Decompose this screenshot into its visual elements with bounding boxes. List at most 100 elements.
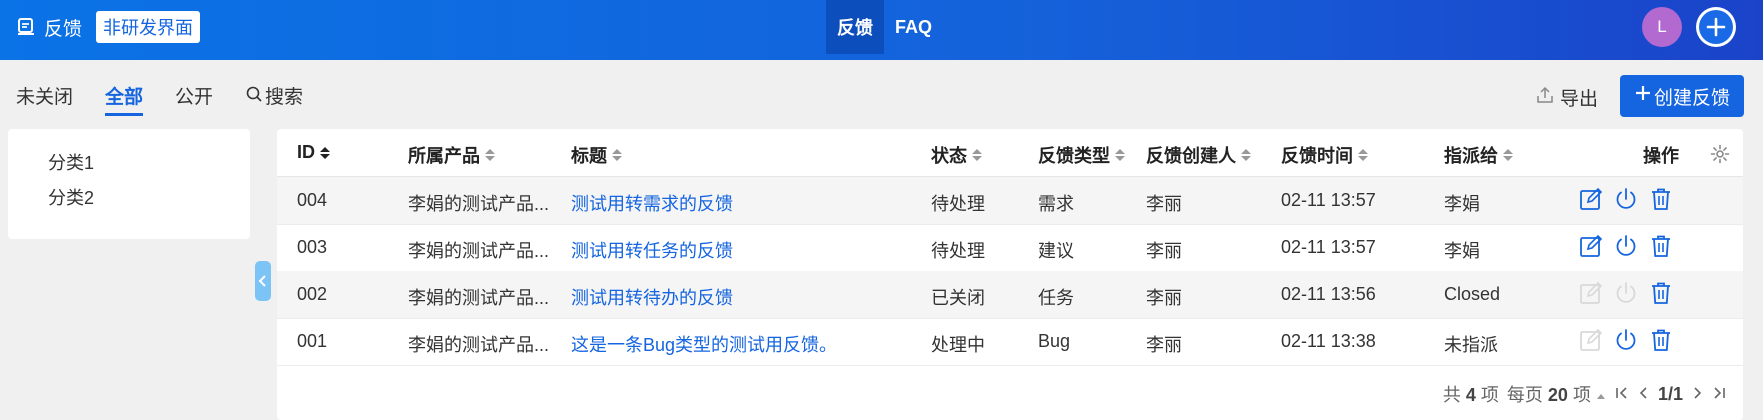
cell-assignee: 李娟: [1444, 194, 1480, 214]
next-page-icon[interactable]: [1691, 384, 1703, 405]
plus-icon: [1699, 10, 1733, 44]
column-header-id[interactable]: ID: [297, 142, 331, 163]
filter-tabs: 未关闭 全部 公开 搜索: [16, 82, 335, 116]
tab-unclosed[interactable]: 未关闭: [16, 82, 73, 114]
mode-badge[interactable]: 非研发界面: [96, 11, 201, 43]
export-label: 导出: [1560, 89, 1599, 110]
chevron-left-icon: [258, 275, 266, 287]
power-icon[interactable]: [1614, 328, 1638, 352]
sort-icon: [1502, 148, 1514, 162]
sort-icon: [484, 148, 496, 162]
table-header: ID 所属产品 标题 状态 反馈类型 反馈创建人 反馈时间 指派给 操作: [277, 129, 1743, 177]
edit-icon[interactable]: [1579, 328, 1603, 352]
cell-title[interactable]: 这是一条Bug类型的测试用反馈。: [571, 331, 837, 357]
cell-type: Bug: [1038, 331, 1071, 351]
app-title: 反馈: [44, 18, 83, 40]
sort-icon: [1357, 148, 1369, 162]
feedback-table: ID 所属产品 标题 状态 反馈类型 反馈创建人 反馈时间 指派给 操作 004…: [277, 129, 1743, 420]
tab-all[interactable]: 全部: [105, 82, 144, 116]
cell-time: 02-11 13:38: [1281, 331, 1376, 351]
cell-product: 李娟的测试产品...: [408, 335, 550, 355]
prev-page-icon[interactable]: [1638, 384, 1650, 405]
column-header-product[interactable]: 所属产品: [408, 142, 496, 168]
cell-status: 已关闭: [931, 288, 985, 308]
brand[interactable]: 反馈 非研发界面: [16, 0, 201, 54]
pagination: 共 4 项 每页 20 项 1/1: [1443, 381, 1727, 407]
column-header-creator[interactable]: 反馈创建人: [1146, 142, 1252, 168]
cell-assignee: 未指派: [1444, 335, 1498, 355]
cell-type: 任务: [1038, 288, 1074, 308]
cell-creator: 李丽: [1146, 288, 1182, 308]
create-feedback-label: 创建反馈: [1653, 87, 1730, 109]
cell-time: 02-11 13:57: [1281, 237, 1376, 257]
cell-title[interactable]: 测试用转需求的反馈: [571, 190, 733, 216]
cell-status: 待处理: [931, 194, 985, 214]
search-icon: [245, 85, 263, 103]
cell-id: 004: [297, 190, 328, 210]
cell-status: 处理中: [931, 335, 985, 355]
column-header-time[interactable]: 反馈时间: [1281, 142, 1369, 168]
power-icon[interactable]: [1614, 187, 1638, 211]
column-header-status[interactable]: 状态: [931, 142, 983, 168]
nav-feedback[interactable]: 反馈: [826, 0, 884, 54]
cell-status: 待处理: [931, 241, 985, 261]
column-header-type[interactable]: 反馈类型: [1038, 142, 1126, 168]
cell-id: 002: [297, 284, 328, 304]
trash-icon[interactable]: [1649, 281, 1673, 305]
table-row[interactable]: 004 李娟的测试产品... 测试用转需求的反馈 待处理 需求 李丽 02-11 13:57…: [277, 177, 1743, 225]
sort-icon: [1240, 148, 1252, 162]
row-actions: [1579, 234, 1673, 258]
sort-icon: [611, 148, 623, 162]
power-icon[interactable]: [1614, 234, 1638, 258]
category-sidebar: 分类1 分类2: [8, 129, 250, 239]
cell-creator: 李丽: [1146, 194, 1182, 214]
table-row[interactable]: 001 李娟的测试产品... 这是一条Bug类型的测试用反馈。 处理中 Bug 李丽 02-…: [277, 318, 1743, 366]
cell-product: 李娟的测试产品...: [408, 194, 550, 214]
page-size-select[interactable]: 每页 20 项: [1507, 381, 1606, 407]
edit-icon[interactable]: [1579, 281, 1603, 305]
tab-search-label: 搜索: [265, 87, 304, 108]
cell-assignee: Closed: [1444, 284, 1501, 304]
cell-creator: 李丽: [1146, 335, 1182, 355]
collapse-sidebar-button[interactable]: [255, 261, 271, 301]
tab-search[interactable]: 搜索: [245, 82, 303, 114]
sort-icon: [1114, 148, 1126, 162]
table-row[interactable]: 003 李娟的测试产品... 测试用转任务的反馈 待处理 建议 李丽 02-11 13:57…: [277, 224, 1743, 272]
cell-product: 李娟的测试产品...: [408, 241, 550, 261]
cell-type: 建议: [1038, 241, 1074, 261]
nav-faq[interactable]: FAQ: [884, 0, 943, 54]
cell-title[interactable]: 测试用转任务的反馈: [571, 237, 733, 263]
add-button[interactable]: [1696, 7, 1736, 47]
avatar[interactable]: L: [1642, 7, 1682, 47]
plus-icon: [1634, 84, 1652, 108]
total-count: 共 4 项: [1442, 385, 1499, 405]
edit-icon[interactable]: [1579, 187, 1603, 211]
trash-icon[interactable]: [1649, 234, 1673, 258]
first-page-icon[interactable]: [1614, 384, 1630, 405]
page-indicator: 1/1: [1657, 383, 1683, 404]
table-row[interactable]: 002 李娟的测试产品... 测试用转待办的反馈 已关闭 任务 李丽 02-11 13:56…: [277, 271, 1743, 319]
export-button[interactable]: 导出: [1536, 84, 1598, 111]
cell-id: 001: [297, 331, 328, 351]
caret-up-icon: [1596, 394, 1605, 399]
cell-creator: 李丽: [1146, 241, 1182, 261]
cell-id: 003: [297, 237, 328, 257]
power-icon[interactable]: [1614, 281, 1638, 305]
column-header-assignee[interactable]: 指派给: [1444, 142, 1514, 168]
trash-icon[interactable]: [1649, 187, 1673, 211]
settings-gear-icon[interactable]: [1710, 144, 1730, 164]
column-header-title[interactable]: 标题: [571, 142, 623, 168]
create-feedback-button[interactable]: 创建反馈: [1620, 75, 1744, 117]
row-actions: [1579, 187, 1673, 211]
tab-public[interactable]: 公开: [175, 82, 213, 114]
last-page-icon[interactable]: [1711, 384, 1727, 405]
trash-icon[interactable]: [1649, 328, 1673, 352]
row-actions: [1579, 328, 1673, 352]
edit-icon[interactable]: [1579, 234, 1603, 258]
category-item[interactable]: 分类2: [48, 184, 94, 210]
category-item[interactable]: 分类1: [48, 149, 94, 175]
cell-assignee: 李娟: [1444, 241, 1480, 261]
cell-title[interactable]: 测试用转待办的反馈: [571, 284, 733, 310]
top-bar: 反馈 非研发界面 反馈 FAQ L: [0, 0, 1763, 60]
cell-time: 02-11 13:57: [1281, 190, 1376, 210]
